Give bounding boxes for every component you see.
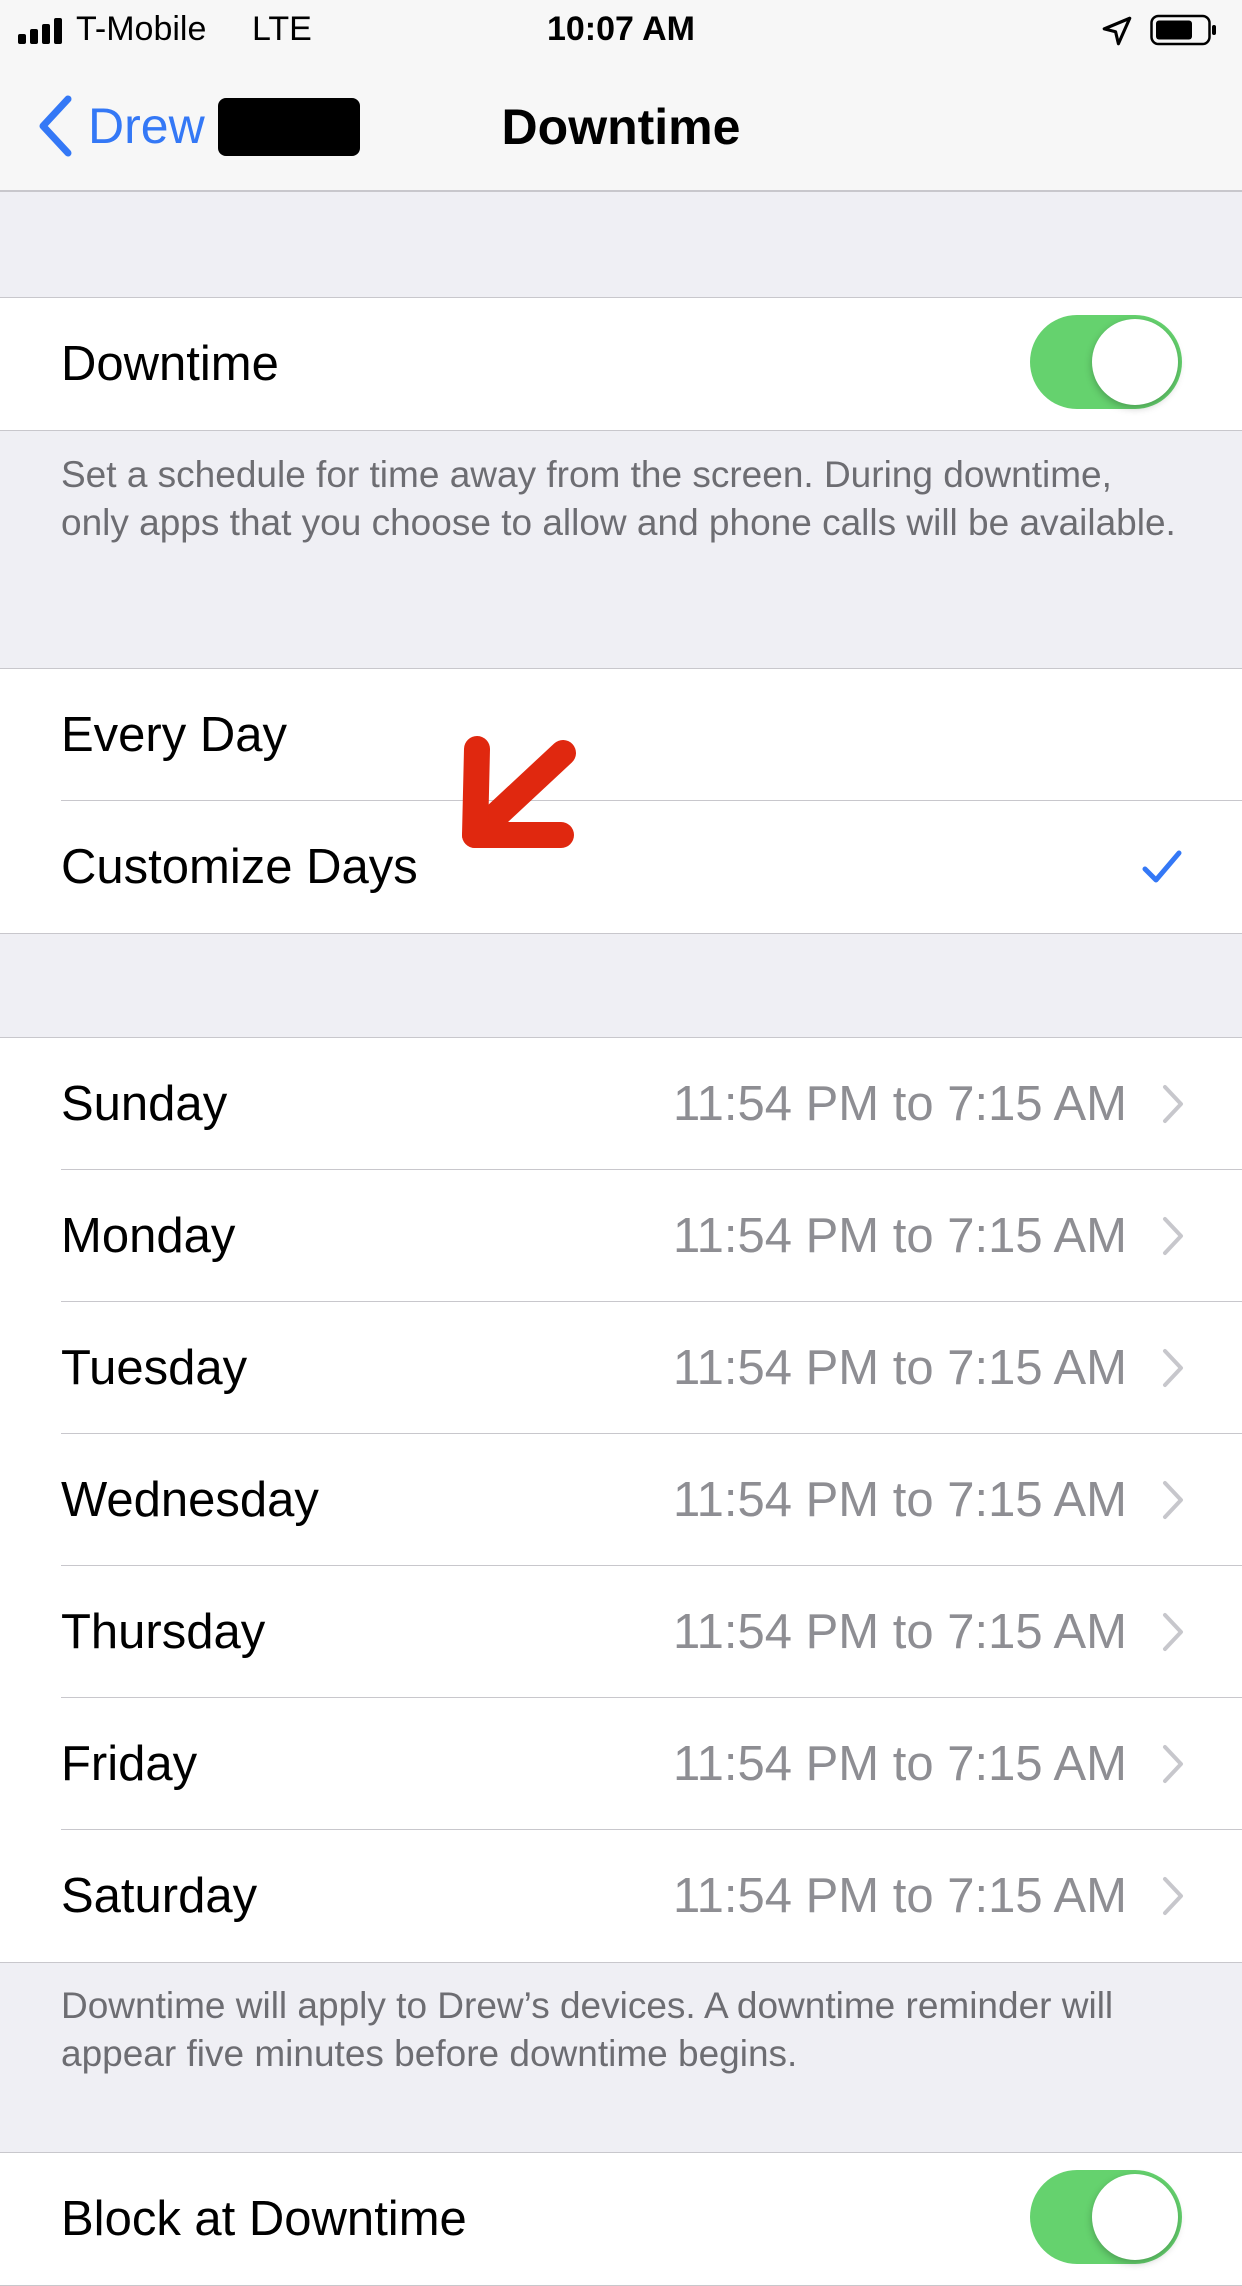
day-label: Monday bbox=[61, 1209, 236, 1263]
day-label: Saturday bbox=[61, 1869, 258, 1923]
day-row-thursday[interactable]: Thursday 11:54 PM to 7:15 AM bbox=[0, 1566, 1242, 1698]
chevron-right-icon bbox=[1163, 1349, 1183, 1387]
location-arrow-icon bbox=[1102, 16, 1132, 46]
day-row-monday[interactable]: Monday 11:54 PM to 7:15 AM bbox=[0, 1170, 1242, 1302]
day-time-range: 11:54 PM to 7:15 AM bbox=[673, 1077, 1127, 1131]
day-time-range: 11:54 PM to 7:15 AM bbox=[673, 1869, 1127, 1923]
battery-icon bbox=[1150, 14, 1216, 46]
day-label: Thursday bbox=[61, 1605, 266, 1659]
days-footer-note: Downtime will apply to Drew’s devices. A… bbox=[61, 1985, 1114, 2074]
option-label: Customize Days bbox=[61, 840, 418, 894]
day-time-range: 11:54 PM to 7:15 AM bbox=[673, 1209, 1127, 1263]
block-at-downtime-label: Block at Downtime bbox=[61, 2192, 467, 2246]
day-row-saturday[interactable]: Saturday 11:54 PM to 7:15 AM bbox=[0, 1830, 1242, 1962]
chevron-right-icon bbox=[1163, 1085, 1183, 1123]
chevron-right-icon bbox=[1163, 1481, 1183, 1519]
day-time-range: 11:54 PM to 7:15 AM bbox=[673, 1605, 1127, 1659]
day-row-wednesday[interactable]: Wednesday 11:54 PM to 7:15 AM bbox=[0, 1434, 1242, 1566]
status-bar: T-Mobile LTE 10:07 AM bbox=[0, 0, 1242, 62]
option-every-day[interactable]: Every Day bbox=[0, 669, 1242, 801]
day-label: Tuesday bbox=[61, 1341, 248, 1395]
downtime-toggle-group: Downtime bbox=[0, 297, 1242, 431]
navigation-bar: Drew Downtime bbox=[0, 62, 1242, 192]
status-time: 10:07 AM bbox=[546, 10, 696, 48]
chevron-right-icon bbox=[1163, 1877, 1183, 1915]
day-row-friday[interactable]: Friday 11:54 PM to 7:15 AM bbox=[0, 1698, 1242, 1830]
day-label: Friday bbox=[61, 1737, 198, 1791]
day-row-sunday[interactable]: Sunday 11:54 PM to 7:15 AM bbox=[0, 1038, 1242, 1170]
day-row-tuesday[interactable]: Tuesday 11:54 PM to 7:15 AM bbox=[0, 1302, 1242, 1434]
downtime-description: Set a schedule for time away from the sc… bbox=[61, 454, 1176, 543]
block-at-downtime-row: Block at Downtime bbox=[0, 2153, 1242, 2285]
day-time-range: 11:54 PM to 7:15 AM bbox=[673, 1473, 1127, 1527]
chevron-right-icon bbox=[1163, 1217, 1183, 1255]
day-time-range: 11:54 PM to 7:15 AM bbox=[673, 1737, 1127, 1791]
downtime-label: Downtime bbox=[61, 337, 279, 391]
days-group: Sunday 11:54 PM to 7:15 AM Monday 11:54 … bbox=[0, 1037, 1242, 1963]
downtime-toggle[interactable] bbox=[1030, 315, 1182, 409]
toggle-knob bbox=[1092, 319, 1178, 405]
downtime-row: Downtime bbox=[0, 298, 1242, 430]
chevron-right-icon bbox=[1163, 1613, 1183, 1651]
option-label: Every Day bbox=[61, 708, 288, 762]
toggle-knob bbox=[1092, 2174, 1178, 2260]
option-customize-days[interactable]: Customize Days bbox=[0, 801, 1242, 933]
block-at-downtime-toggle[interactable] bbox=[1030, 2170, 1182, 2264]
chevron-right-icon bbox=[1163, 1745, 1183, 1783]
checkmark-icon bbox=[1142, 850, 1182, 883]
schedule-mode-group: Every Day Customize Days bbox=[0, 668, 1242, 934]
page-title: Downtime bbox=[501, 99, 741, 155]
day-label: Sunday bbox=[61, 1077, 228, 1131]
day-label: Wednesday bbox=[61, 1473, 319, 1527]
annotation-arrow-icon bbox=[462, 736, 576, 848]
block-at-downtime-group: Block at Downtime bbox=[0, 2152, 1242, 2286]
day-time-range: 11:54 PM to 7:15 AM bbox=[673, 1341, 1127, 1395]
